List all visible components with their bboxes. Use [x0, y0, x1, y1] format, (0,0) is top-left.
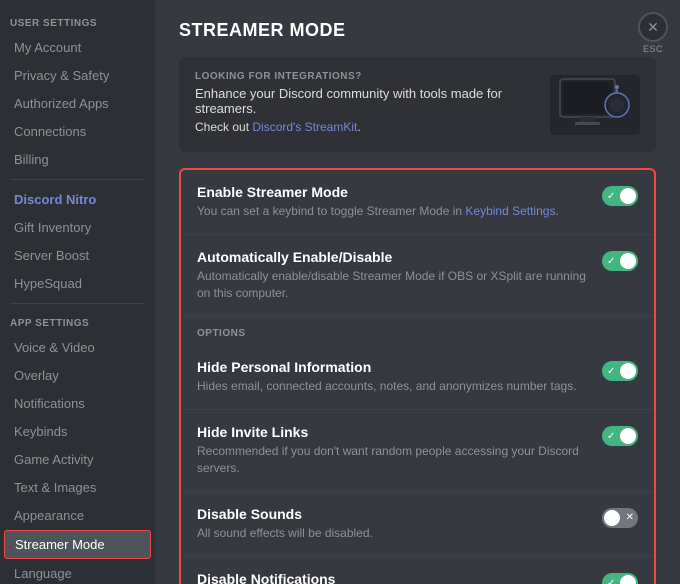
looking-for-integrations-label: LOOKING FOR INTEGRATIONS?	[195, 71, 550, 82]
sidebar-item-appearance[interactable]: Appearance	[4, 502, 151, 529]
setting-title-disable-sounds: Disable Sounds	[197, 506, 586, 522]
setting-title-hide-personal-info: Hide Personal Information	[197, 359, 586, 375]
sidebar-item-voice-video[interactable]: Voice & Video	[4, 334, 151, 361]
sidebar-item-connections[interactable]: Connections	[4, 118, 151, 145]
sidebar-item-language[interactable]: Language	[4, 560, 151, 584]
integration-banner-text: LOOKING FOR INTEGRATIONS? Enhance your D…	[195, 71, 550, 138]
setting-desc-auto-enable: Automatically enable/disable Streamer Mo…	[197, 268, 586, 302]
keybind-settings-link[interactable]: Keybind Settings	[465, 204, 555, 218]
sidebar-item-keybinds[interactable]: Keybinds	[4, 418, 151, 445]
settings-panel: Enable Streamer Mode You can set a keybi…	[179, 168, 656, 584]
toggle-enable-streamer-mode[interactable]: ✓	[602, 186, 638, 206]
sidebar-item-server-boost[interactable]: Server Boost	[4, 242, 151, 269]
integration-banner-image	[550, 75, 640, 135]
sidebar-divider-2	[10, 303, 145, 304]
main-content: ✕ ESC STREAMER MODE LOOKING FOR INTEGRAT…	[155, 0, 680, 584]
monitor-illustration	[555, 77, 635, 132]
setting-text-hide-invite-links: Hide Invite Links Recommended if you don…	[197, 424, 602, 477]
setting-row-disable-notifications: Disable Notifications All desktop notifi…	[181, 557, 654, 584]
setting-text-disable-notifications: Disable Notifications All desktop notifi…	[197, 571, 602, 584]
esc-button[interactable]: ✕ ESC	[638, 12, 668, 54]
options-section-label: OPTIONS	[181, 316, 654, 345]
setting-title-hide-invite-links: Hide Invite Links	[197, 424, 586, 440]
app-settings-section-label: App Settings	[0, 310, 155, 333]
sidebar: User Settings My Account Privacy & Safet…	[0, 0, 155, 584]
sidebar-item-discord-nitro[interactable]: Discord Nitro	[4, 186, 151, 213]
setting-text-disable-sounds: Disable Sounds All sound effects will be…	[197, 506, 602, 542]
toggle-disable-sounds[interactable]: ✕	[602, 508, 638, 528]
setting-row-hide-invite-links: Hide Invite Links Recommended if you don…	[181, 410, 654, 492]
page-title: STREAMER MODE	[179, 20, 656, 41]
integration-banner-desc: Enhance your Discord community with tool…	[195, 86, 550, 116]
sidebar-item-overlay[interactable]: Overlay	[4, 362, 151, 389]
user-settings-section-label: User Settings	[0, 10, 155, 33]
toggle-auto-enable[interactable]: ✓	[602, 251, 638, 271]
sidebar-divider-1	[10, 179, 145, 180]
sidebar-item-streamer-mode[interactable]: Streamer Mode	[4, 530, 151, 559]
setting-desc-hide-personal-info: Hides email, connected accounts, notes, …	[197, 378, 586, 395]
sidebar-item-text-images[interactable]: Text & Images	[4, 474, 151, 501]
toggle-hide-invite-links[interactable]: ✓	[602, 426, 638, 446]
esc-circle-icon: ✕	[638, 12, 668, 42]
sidebar-item-privacy-safety[interactable]: Privacy & Safety	[4, 62, 151, 89]
sidebar-item-billing[interactable]: Billing	[4, 146, 151, 173]
check-out-prefix: Check out	[195, 120, 252, 134]
check-out-suffix: .	[357, 120, 360, 134]
sidebar-item-game-activity[interactable]: Game Activity	[4, 446, 151, 473]
setting-desc-enable-streamer-mode: You can set a keybind to toggle Streamer…	[197, 203, 586, 220]
streamkit-link[interactable]: Discord's StreamKit	[252, 120, 357, 134]
setting-text-enable-streamer-mode: Enable Streamer Mode You can set a keybi…	[197, 184, 602, 220]
esc-label: ESC	[643, 44, 663, 54]
sidebar-item-gift-inventory[interactable]: Gift Inventory	[4, 214, 151, 241]
setting-title-enable-streamer-mode: Enable Streamer Mode	[197, 184, 586, 200]
setting-title-disable-notifications: Disable Notifications	[197, 571, 586, 584]
setting-text-auto-enable: Automatically Enable/Disable Automatical…	[197, 249, 602, 302]
sidebar-item-my-account[interactable]: My Account	[4, 34, 151, 61]
setting-row-enable-streamer-mode: Enable Streamer Mode You can set a keybi…	[181, 170, 654, 235]
setting-desc-hide-invite-links: Recommended if you don't want random peo…	[197, 443, 586, 477]
sidebar-item-hypesquad[interactable]: HypeSquad	[4, 270, 151, 297]
setting-row-auto-enable: Automatically Enable/Disable Automatical…	[181, 235, 654, 317]
toggle-disable-notifications[interactable]: ✓	[602, 573, 638, 584]
setting-desc-disable-sounds: All sound effects will be disabled.	[197, 525, 586, 542]
setting-text-hide-personal-info: Hide Personal Information Hides email, c…	[197, 359, 602, 395]
integration-banner: LOOKING FOR INTEGRATIONS? Enhance your D…	[179, 57, 656, 152]
setting-row-hide-personal-info: Hide Personal Information Hides email, c…	[181, 345, 654, 410]
setting-title-auto-enable: Automatically Enable/Disable	[197, 249, 586, 265]
integration-banner-check: Check out Discord's StreamKit.	[195, 120, 550, 134]
sidebar-item-notifications[interactable]: Notifications	[4, 390, 151, 417]
setting-row-disable-sounds: Disable Sounds All sound effects will be…	[181, 492, 654, 557]
sidebar-item-authorized-apps[interactable]: Authorized Apps	[4, 90, 151, 117]
toggle-hide-personal-info[interactable]: ✓	[602, 361, 638, 381]
